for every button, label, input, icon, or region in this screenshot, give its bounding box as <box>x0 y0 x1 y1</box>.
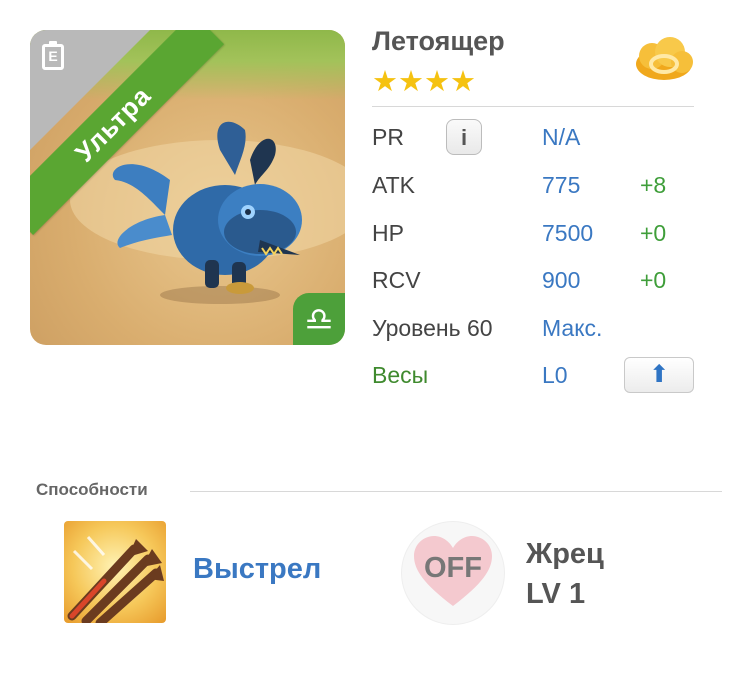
element-label: Весы <box>372 362 429 388</box>
info-button[interactable]: i <box>446 119 482 155</box>
up-arrow-icon: ⬆ <box>648 361 670 388</box>
cloud-icon[interactable] <box>630 34 698 84</box>
stat-value: 775 <box>542 172 581 198</box>
section-divider <box>190 491 722 492</box>
leader-skill-level: LV 1 <box>526 578 586 610</box>
level-label: Уровень 60 <box>372 315 493 341</box>
clipboard-glyph: E <box>48 48 58 64</box>
level-value: Макс. <box>542 315 603 341</box>
leader-skill-name: Жрец <box>526 538 604 570</box>
stat-value: N/A <box>542 124 581 150</box>
monster-portrait[interactable]: E Ультра ♎ <box>30 30 345 345</box>
skill-name[interactable]: Выстрел <box>193 553 321 586</box>
skill-icon[interactable] <box>64 521 166 623</box>
stat-bonus: +0 <box>640 267 667 293</box>
rarity-stars: ★★★★ <box>372 66 476 98</box>
abilities-section-title: Способности <box>36 480 148 499</box>
libra-icon: ♎ <box>293 293 345 345</box>
stat-label: PR <box>372 124 404 150</box>
stat-bonus: +0 <box>640 220 667 246</box>
stat-bonus: +8 <box>640 172 667 198</box>
element-level-value: L0 <box>542 362 568 388</box>
stat-value: 7500 <box>542 220 594 246</box>
clipboard-icon[interactable]: E <box>42 41 64 70</box>
stat-label: HP <box>372 220 404 246</box>
stat-value: 900 <box>542 267 581 293</box>
stat-label: RCV <box>372 267 421 293</box>
monster-name: Летоящер <box>372 26 505 56</box>
header-divider <box>372 106 694 107</box>
leader-state-label: OFF <box>424 552 482 584</box>
arrows-icon <box>67 536 164 623</box>
creature-illustration <box>112 121 302 304</box>
upgrade-button[interactable]: ⬆ <box>624 357 694 393</box>
stat-label: ATK <box>372 172 416 198</box>
